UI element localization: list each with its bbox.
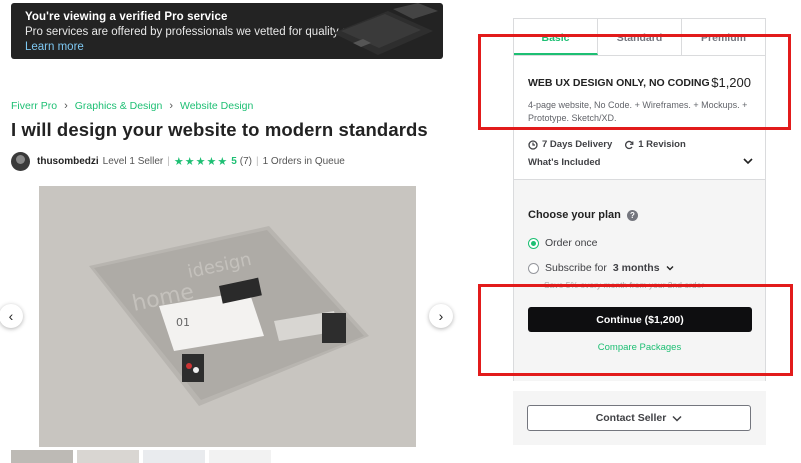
banner-title: You're viewing a verified Pro service [25,11,228,23]
gallery-thumbnail[interactable] [77,450,139,463]
review-count[interactable]: (7) [240,156,252,167]
subscribe-option[interactable]: Subscribe for 3 months [528,262,674,274]
clock-icon [528,139,538,150]
revision-count: 1 Revision [638,139,686,150]
chevron-down-icon[interactable] [666,265,674,271]
seller-name[interactable]: thusombedzi [37,156,99,167]
learn-more-link[interactable]: Learn more [25,41,84,53]
gallery-thumbnails [11,450,271,463]
chevron-right-icon: › [64,100,68,112]
rating-value: 5 [231,155,237,167]
seller-avatar[interactable] [11,151,30,171]
gallery-thumbnail[interactable] [11,450,73,463]
help-icon[interactable]: ? [626,209,638,221]
banner-illustration [333,3,438,55]
chevron-left-icon: ‹ [8,308,14,324]
gallery-image[interactable]: home idesign 01 [39,186,416,447]
whats-included-toggle[interactable]: What's Included [528,157,753,168]
contact-seller-label: Contact Seller [595,412,667,424]
chevron-right-icon: › [438,308,444,324]
gig-title: I will design your website to modern sta… [11,119,428,140]
chevron-down-icon [672,415,682,422]
breadcrumb: Fiverr Pro › Graphics & Design › Website… [11,100,253,112]
chevron-down-icon [743,158,753,165]
chevron-right-icon: › [169,100,173,112]
orders-in-queue: 1 Orders in Queue [262,155,345,167]
subscribe-label: Subscribe for [545,262,607,274]
star-rating-icon: ★★★★★ [173,155,229,168]
seller-overview: thusombedzi Level 1 Seller | ★★★★★ 5 (7)… [11,150,345,172]
plan-heading: Choose your plan ? [528,209,638,221]
contact-section: Contact Seller [513,391,766,445]
breadcrumb-item-website-design[interactable]: Website Design [180,100,253,112]
breadcrumb-item-graphics[interactable]: Graphics & Design [75,100,163,112]
refresh-icon [625,140,634,149]
radio-selected-icon[interactable] [528,237,539,249]
gig-gallery: home idesign 01 ‹ › [0,186,453,447]
subscribe-period[interactable]: 3 months [613,262,660,274]
contact-seller-button[interactable]: Contact Seller [527,405,751,431]
divider: | [167,155,170,167]
gallery-thumbnail[interactable] [209,450,271,463]
svg-text:01: 01 [176,316,190,329]
order-once-option[interactable]: Order once [528,237,598,249]
divider: | [255,155,259,167]
annotation-box-package [478,34,791,130]
order-once-label: Order once [545,237,598,249]
revision-info: 1 Revision [624,139,686,150]
plan-heading-text: Choose your plan [528,209,621,221]
breadcrumb-item-fiverr-pro[interactable]: Fiverr Pro [11,100,57,112]
gallery-prev-button[interactable]: ‹ [0,304,23,328]
delivery-time: 7 Days Delivery [542,139,613,150]
website-mockup-illustration: home idesign 01 [39,186,416,447]
radio-icon[interactable] [528,262,539,274]
seller-level: Level 1 Seller [102,155,164,167]
gallery-thumbnail[interactable] [143,450,205,463]
whats-included-label: What's Included [528,157,601,168]
pro-banner: You're viewing a verified Pro service Pr… [11,3,443,59]
gallery-next-button[interactable]: › [429,304,453,328]
package-meta: 7 Days Delivery 1 Revision [528,139,686,150]
annotation-box-checkout [478,284,793,376]
delivery-info: 7 Days Delivery [528,139,612,150]
